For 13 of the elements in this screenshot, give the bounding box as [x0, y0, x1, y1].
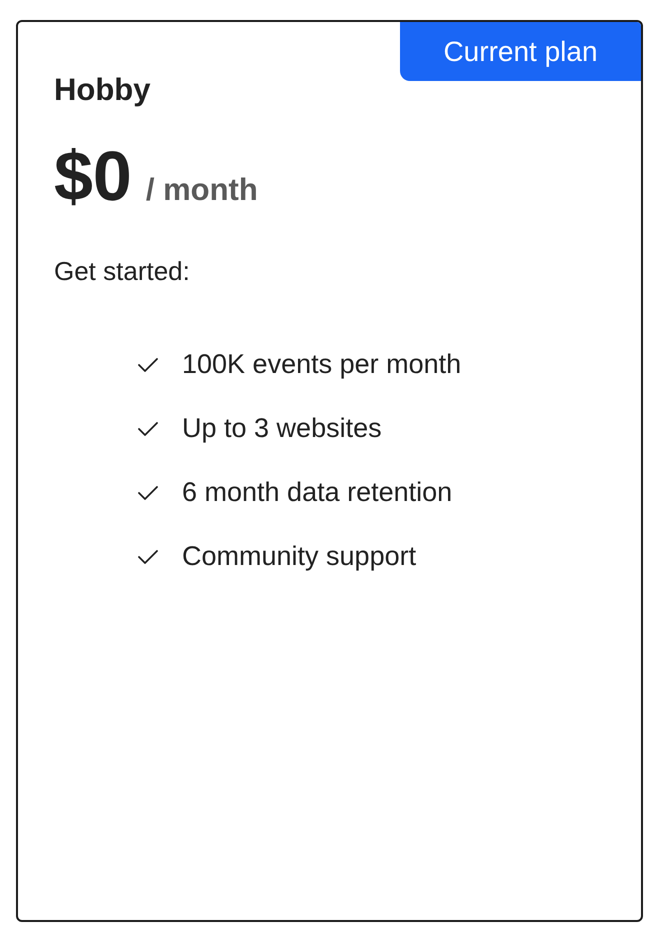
intro-text: Get started: — [54, 258, 190, 284]
feature-text: 6 month data retention — [182, 479, 452, 506]
current-plan-badge: Current plan — [400, 22, 641, 81]
feature-text: 100K events per month — [182, 351, 462, 378]
feature-text: Up to 3 websites — [182, 415, 382, 442]
check-icon — [138, 486, 158, 500]
price-period: / month — [146, 174, 258, 205]
price: $0 — [54, 141, 132, 211]
feature-text: Community support — [182, 543, 416, 570]
check-icon — [138, 358, 158, 372]
check-icon — [138, 550, 158, 564]
plan-name: Hobby — [54, 74, 150, 105]
check-icon — [138, 422, 158, 436]
